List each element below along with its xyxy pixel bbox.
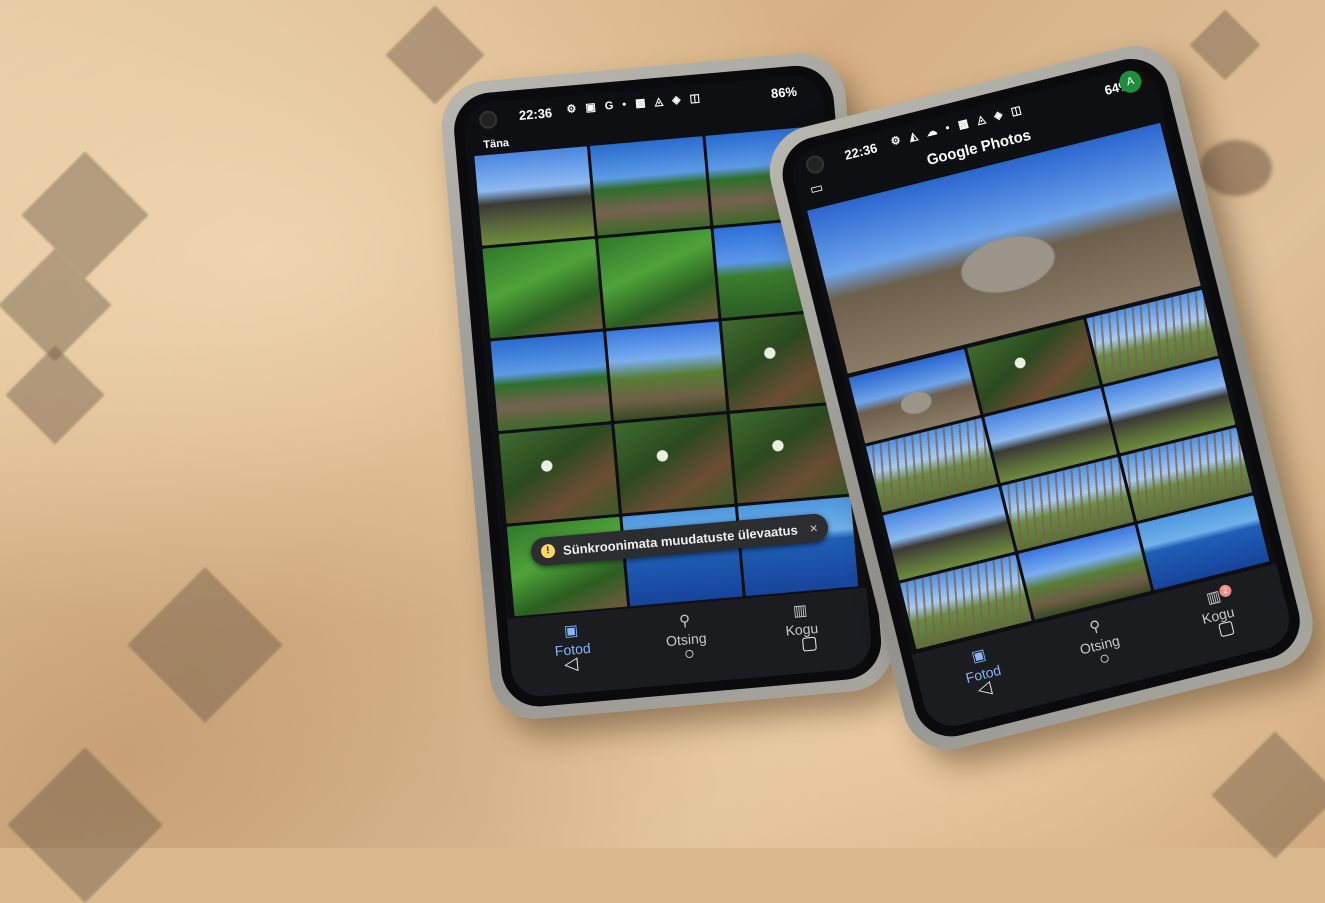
home-button[interactable]: ○ bbox=[1097, 647, 1113, 670]
library-icon: ▥ bbox=[792, 601, 809, 621]
warning-icon: ! bbox=[540, 543, 556, 559]
photos-icon: ▣ bbox=[563, 621, 579, 641]
status-time: 22:36 bbox=[518, 105, 553, 124]
photo-thumbnail[interactable] bbox=[490, 331, 611, 432]
close-icon[interactable]: × bbox=[809, 520, 819, 537]
photo-thumbnail[interactable] bbox=[606, 321, 727, 421]
battery-level: 86% bbox=[770, 83, 798, 101]
tablecloth-pattern bbox=[5, 345, 105, 445]
photo-thumbnail[interactable] bbox=[482, 238, 603, 339]
date-section-label: Täna bbox=[482, 137, 510, 152]
tablecloth-pattern bbox=[1211, 731, 1325, 859]
photo-thumbnail[interactable] bbox=[498, 424, 620, 524]
photo-thumbnail[interactable] bbox=[474, 146, 595, 246]
recents-button[interactable]: ▢ bbox=[1215, 616, 1237, 640]
back-button[interactable]: ◁ bbox=[563, 653, 579, 675]
photo-thumbnail[interactable] bbox=[597, 228, 719, 329]
tablecloth-pattern bbox=[1189, 9, 1261, 81]
table-stain bbox=[1200, 140, 1272, 196]
tablecloth-pattern bbox=[21, 151, 149, 279]
back-button[interactable]: ◁ bbox=[975, 677, 994, 701]
photo-thumbnail[interactable] bbox=[614, 414, 735, 514]
tablecloth-pattern bbox=[127, 567, 283, 723]
home-button[interactable]: ○ bbox=[683, 643, 696, 665]
status-icons: ⚙ ▣ G • ▩ ◬ ◈ ◫ bbox=[566, 91, 704, 116]
search-icon: ⚲ bbox=[678, 612, 691, 630]
tablecloth-pattern bbox=[7, 747, 163, 903]
photo-thumbnail[interactable] bbox=[589, 136, 711, 236]
recents-button[interactable]: ▢ bbox=[800, 632, 819, 654]
